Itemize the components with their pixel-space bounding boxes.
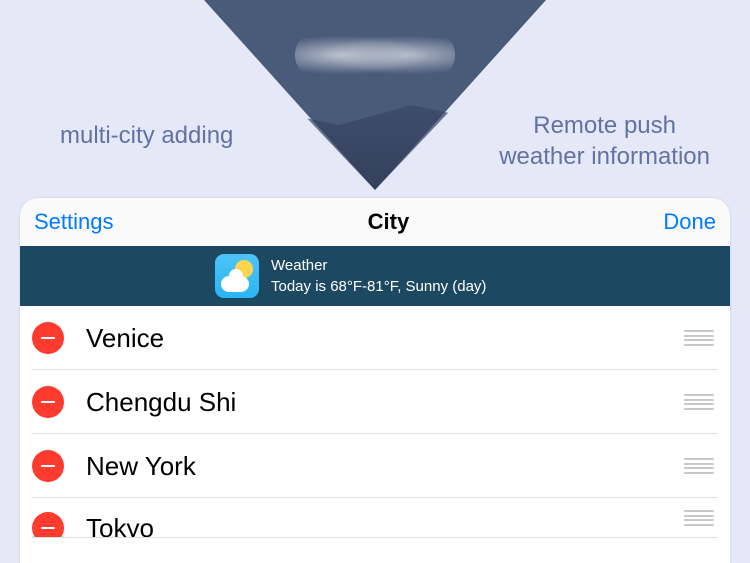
app-frame: Settings City Done Weather Today is 68°F… — [20, 198, 730, 563]
cloud-icon — [295, 30, 455, 80]
marketing-text-right: Remote push weather information — [499, 110, 710, 172]
city-name: Chengdu Shi — [86, 387, 684, 418]
weather-title: Weather — [271, 255, 486, 276]
city-row[interactable]: Tokyo — [20, 498, 730, 538]
city-name: Tokyo — [86, 513, 684, 539]
weather-app-icon — [215, 254, 259, 298]
weather-banner[interactable]: Weather Today is 68°F-81°F, Sunny (day) — [20, 246, 730, 306]
city-row[interactable]: Chengdu Shi — [20, 370, 730, 434]
delete-button[interactable] — [32, 322, 64, 354]
delete-button[interactable] — [32, 386, 64, 418]
city-name: Venice — [86, 323, 684, 354]
marketing-right-line1: Remote push — [499, 110, 710, 141]
navbar: Settings City Done — [20, 198, 730, 246]
delete-button[interactable] — [32, 450, 64, 482]
city-row[interactable]: Venice — [20, 306, 730, 370]
reorder-handle[interactable] — [684, 394, 714, 410]
delete-button[interactable] — [32, 512, 64, 538]
weather-text: Weather Today is 68°F-81°F, Sunny (day) — [271, 255, 486, 297]
weather-detail: Today is 68°F-81°F, Sunny (day) — [271, 276, 486, 297]
city-row[interactable]: New York — [20, 434, 730, 498]
reorder-handle[interactable] — [684, 458, 714, 474]
city-name: New York — [86, 451, 684, 482]
reorder-handle[interactable] — [684, 330, 714, 346]
settings-button[interactable]: Settings — [34, 209, 114, 235]
done-button[interactable]: Done — [663, 209, 716, 235]
marketing-text-left: multi-city adding — [60, 122, 233, 150]
marketing-right-line2: weather information — [499, 141, 710, 172]
city-list: Venice Chengdu Shi New York Tokyo — [20, 306, 730, 538]
cloud-icon — [221, 276, 249, 292]
reorder-handle[interactable] — [684, 510, 714, 526]
page-title: City — [368, 209, 410, 235]
